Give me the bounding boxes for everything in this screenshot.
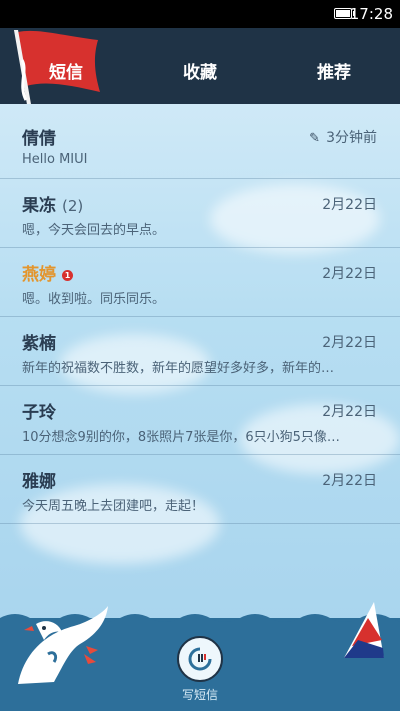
status-time: 17:28 — [349, 5, 393, 23]
contact-name: 燕婷 1 — [22, 260, 73, 285]
message-list: 倩倩 ✎ 3分钟前 Hello MIUI 果冻 (2) 2月22日 嗯，今天会回去的… — [0, 112, 400, 524]
contact-name: 果冻 (2) — [22, 196, 84, 216]
list-item[interactable]: 燕婷 1 2月22日 嗯。收到啦。同乐同乐。 — [0, 248, 400, 317]
message-preview: 嗯。收到啦。同乐同乐。 — [22, 292, 166, 307]
message-count: (2) — [62, 197, 84, 215]
list-item[interactable]: 紫楠 2月22日 新年的祝福数不胜数，新年的愿望好多好多，新年的… — [0, 317, 400, 386]
status-bar: 17:28 — [0, 0, 400, 28]
list-item[interactable]: 果冻 (2) 2月22日 嗯，今天会回去的早点。 — [0, 179, 400, 248]
message-preview: 嗯，今天会回去的早点。 — [22, 223, 166, 238]
message-preview: 今天周五晚上去团建吧，走起！ — [22, 499, 205, 514]
message-date: ✎ 3分钟前 — [309, 130, 377, 146]
tab-recommend[interactable]: 推荐 — [317, 58, 351, 83]
buoy-icon — [344, 602, 384, 658]
list-item[interactable]: 子玲 2月22日 10分想念9别的你，8张照片7张是你，6只小狗5只像… — [0, 386, 400, 455]
contact-name: 雅娜 — [22, 472, 56, 492]
contact-name: 子玲 — [22, 403, 56, 423]
compose-button[interactable] — [177, 636, 223, 682]
message-preview: 10分想念9别的你，8张照片7张是你，6只小狗5只像… — [22, 430, 340, 445]
contact-name: 紫楠 — [22, 334, 56, 354]
compose-label: 写短信 — [181, 688, 219, 702]
list-item[interactable]: 雅娜 2月22日 今天周五晚上去团建吧，走起！ — [0, 455, 400, 524]
message-preview: 新年的祝福数不胜数，新年的愿望好多好多，新年的… — [22, 361, 335, 376]
tab-sms[interactable]: 短信 — [49, 58, 83, 83]
message-preview: Hello MIUI — [22, 152, 88, 167]
compose-icon — [188, 647, 212, 671]
message-date: 2月22日 — [322, 473, 377, 489]
seagull-icon — [18, 606, 108, 684]
list-item[interactable]: 倩倩 ✎ 3分钟前 Hello MIUI — [0, 112, 400, 179]
pencil-icon: ✎ — [309, 131, 321, 146]
message-date: 2月22日 — [322, 266, 377, 282]
message-date: 2月22日 — [322, 197, 377, 213]
message-date: 2月22日 — [322, 335, 377, 351]
contact-name: 倩倩 — [22, 129, 56, 149]
tab-favorites[interactable]: 收藏 — [183, 58, 217, 83]
message-date: 2月22日 — [322, 404, 377, 420]
unread-badge: 1 — [62, 269, 73, 281]
